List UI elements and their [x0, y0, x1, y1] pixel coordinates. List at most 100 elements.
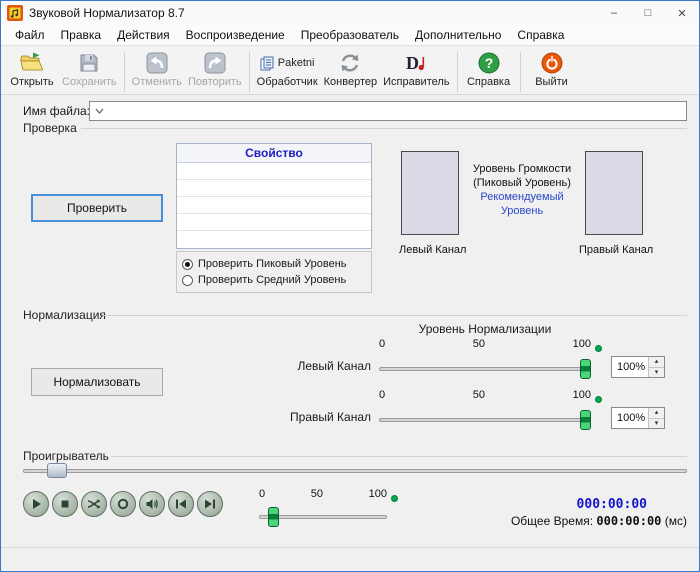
- undo-button[interactable]: Отменить: [129, 50, 185, 90]
- open-button-label: Открыть: [10, 76, 54, 88]
- volume-slider-scale: 0 50 100: [259, 488, 387, 500]
- elapsed-time: 000:00:00: [576, 497, 647, 512]
- fixer-button-label: Исправитель: [383, 76, 450, 88]
- batch-icon: [260, 56, 274, 70]
- normalize-button[interactable]: Нормализовать: [31, 368, 163, 396]
- menu-file[interactable]: Файл: [7, 26, 53, 44]
- radio-average-label: Проверить Средний Уровень: [198, 274, 347, 286]
- properties-table: Свойство: [176, 143, 372, 249]
- open-folder-icon: [20, 52, 43, 71]
- right-level-indicator: [595, 396, 602, 403]
- total-time-value: 000:00:00: [596, 514, 662, 528]
- shuffle-button[interactable]: [81, 491, 107, 517]
- left-level-value[interactable]: 100%: [612, 357, 648, 377]
- volume-slider[interactable]: [259, 507, 387, 527]
- converter-button-label: Конвертер: [323, 76, 378, 88]
- radio-check-peak-level[interactable]: Проверить Пиковый Уровень: [182, 256, 366, 272]
- check-group-title: Проверка: [23, 121, 77, 135]
- seek-slider-handle[interactable]: [47, 463, 67, 478]
- close-button[interactable]: ✕: [665, 1, 699, 25]
- volume-indicator: [391, 495, 398, 502]
- save-button[interactable]: Сохранить: [59, 50, 120, 90]
- volume-level-line2: (Пиковый Уровень): [473, 177, 571, 189]
- fixer-button[interactable]: D Исправитель: [380, 50, 452, 90]
- maximize-button[interactable]: □: [631, 1, 665, 25]
- fixer-icon: D: [406, 53, 425, 73]
- menu-actions[interactable]: Действия: [109, 26, 178, 44]
- menu-converter[interactable]: Преобразователь: [293, 26, 407, 44]
- open-button[interactable]: Открыть: [5, 50, 59, 90]
- toolbar: Открыть Сохранить Отменить Повторить Pak…: [1, 47, 699, 95]
- normalization-level-header: Уровень Нормализации: [418, 322, 552, 336]
- menu-playback[interactable]: Воспроизведение: [178, 26, 293, 44]
- next-button[interactable]: [197, 491, 223, 517]
- redo-button[interactable]: Повторить: [185, 50, 245, 90]
- speaker-icon: [146, 499, 158, 509]
- previous-icon: [176, 499, 186, 509]
- left-channel-slider-label: Левый Канал: [297, 359, 371, 373]
- radio-unselected-icon: [182, 274, 193, 286]
- file-name-combobox[interactable]: [89, 101, 687, 121]
- repeat-icon: [117, 498, 129, 510]
- menu-additional[interactable]: Дополнительно: [407, 26, 509, 44]
- left-level-slider[interactable]: [379, 359, 591, 379]
- undo-icon: [146, 52, 168, 74]
- recommended-level-link-line2[interactable]: Уровень: [459, 204, 585, 218]
- menu-bar: Файл Правка Действия Воспроизведение Пре…: [1, 25, 699, 46]
- player-group-title: Проигрыватель: [23, 449, 109, 463]
- tick-100: 100: [572, 338, 591, 350]
- menu-edit[interactable]: Правка: [53, 26, 110, 44]
- save-icon: [80, 54, 98, 72]
- right-level-slider[interactable]: [379, 410, 591, 430]
- right-channel-meter: [585, 151, 643, 235]
- table-row: [177, 197, 371, 214]
- spin-down-button[interactable]: ▾: [649, 417, 664, 428]
- radio-check-average-level[interactable]: Проверить Средний Уровень: [182, 272, 366, 288]
- volume-button[interactable]: [139, 491, 165, 517]
- radio-selected-icon: [182, 258, 193, 270]
- stop-button[interactable]: [52, 491, 78, 517]
- tick-50: 50: [472, 338, 485, 350]
- tick-50: 50: [472, 389, 485, 401]
- save-button-label: Сохранить: [62, 76, 117, 88]
- app-window: Звуковой Нормализатор 8.7 – □ ✕ Файл Пра…: [0, 0, 700, 572]
- help-button[interactable]: ? Справка: [462, 50, 516, 90]
- seek-slider[interactable]: [23, 469, 687, 473]
- file-name-label: Имя файла:: [23, 104, 90, 118]
- right-level-spinbox: 100% ▴ ▾: [611, 407, 665, 429]
- volume-slider-handle[interactable]: [268, 507, 279, 527]
- shuffle-icon: [87, 499, 101, 509]
- group-divider: [111, 456, 687, 457]
- tick-0: 0: [259, 488, 266, 500]
- converter-button[interactable]: Конвертер: [321, 50, 380, 90]
- batch-processor-button[interactable]: Paketni Обработчик: [254, 50, 321, 90]
- right-slider-handle[interactable]: [580, 410, 591, 430]
- group-divider: [103, 315, 687, 316]
- spin-up-button[interactable]: ▴: [649, 357, 664, 367]
- previous-button[interactable]: [168, 491, 194, 517]
- repeat-button[interactable]: [110, 491, 136, 517]
- spin-down-button[interactable]: ▾: [649, 366, 664, 377]
- right-level-value[interactable]: 100%: [612, 408, 648, 428]
- check-button[interactable]: Проверить: [31, 194, 163, 222]
- tick-0: 0: [379, 389, 386, 401]
- recommended-level-link-line1[interactable]: Рекомендуемый: [459, 190, 585, 204]
- check-mode-group: Проверить Пиковый Уровень Проверить Сред…: [176, 251, 372, 293]
- volume-level-line1: Уровень Громкости: [472, 163, 572, 175]
- tick-50: 50: [310, 488, 323, 500]
- toolbar-separator: [248, 52, 250, 92]
- left-slider-handle[interactable]: [580, 359, 591, 379]
- batch-button-label-1: Paketni: [277, 57, 315, 69]
- toolbar-separator: [519, 52, 521, 92]
- exit-button[interactable]: Выйти: [525, 50, 579, 90]
- window-title: Звуковой Нормализатор 8.7: [29, 6, 185, 20]
- next-icon: [205, 499, 215, 509]
- spin-up-button[interactable]: ▴: [649, 408, 664, 418]
- play-button[interactable]: [23, 491, 49, 517]
- group-divider: [81, 128, 687, 129]
- svg-text:D: D: [406, 53, 419, 73]
- minimize-button[interactable]: –: [597, 1, 631, 25]
- exit-icon: [541, 52, 563, 74]
- table-row: [177, 231, 371, 248]
- menu-help[interactable]: Справка: [509, 26, 572, 44]
